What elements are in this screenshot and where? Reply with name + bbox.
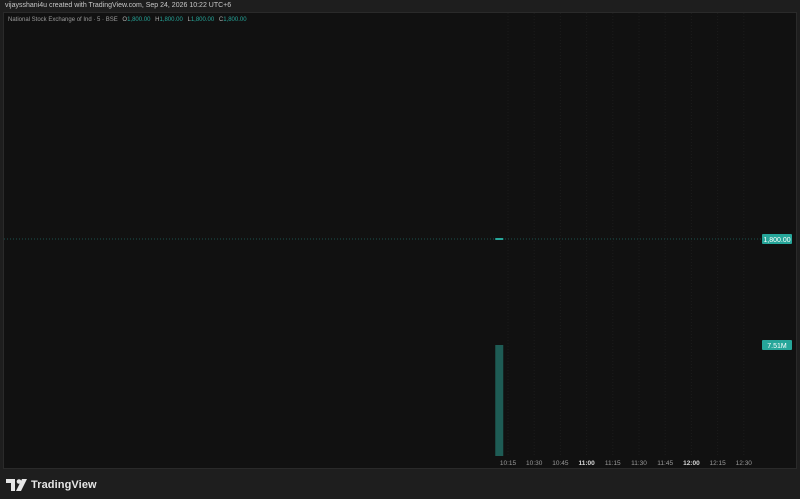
footer-bar: TradingView (0, 470, 800, 499)
time-tick-label: 11:15 (605, 460, 621, 467)
volume-axis-label: 7.51M (767, 343, 787, 350)
chart-area[interactable]: 1,800.00 7.51M 10:15 10:30 10:45 11:00 11:15 11… (3, 12, 797, 469)
legend-symbol: National Stock Exchange of Ind · 5 · BSE (8, 17, 118, 23)
time-tick-label: 11:30 (631, 460, 647, 467)
header-bar: vijaysshani4u created with TradingView.c… (0, 0, 800, 12)
price-candle (495, 238, 504, 240)
time-tick-label: 12:15 (709, 460, 726, 467)
time-tick-label: 12:00 (683, 460, 700, 467)
header-caption: vijaysshani4u created with TradingView.c… (5, 2, 232, 9)
time-tick-label: 11:45 (657, 460, 673, 467)
legend-high-value: 1,800.00 (159, 17, 183, 23)
tradingview-logo-icon (6, 479, 28, 491)
price-axis-label: 1,800.00 (763, 237, 790, 244)
tradingview-logo-text: TradingView (31, 479, 97, 491)
legend-open-value: 1,800.00 (127, 17, 151, 23)
volume-bar (495, 345, 504, 456)
ohlc-legend: National Stock Exchange of Ind · 5 · BSE… (8, 17, 250, 23)
chart-svg: 1,800.00 7.51M 10:15 10:30 10:45 11:00 11:15 11… (4, 13, 792, 467)
time-tick-label: 11:00 (578, 460, 595, 467)
time-tick-label: 10:15 (500, 460, 517, 467)
legend-low-value: 1,800.00 (190, 17, 215, 23)
legend-close-value: 1,800.00 (223, 17, 247, 23)
time-tick-label: 12:30 (736, 460, 753, 467)
time-tick-label: 10:30 (526, 460, 543, 467)
time-tick-label: 10:45 (552, 460, 569, 467)
tradingview-logo[interactable]: TradingView (6, 478, 97, 492)
